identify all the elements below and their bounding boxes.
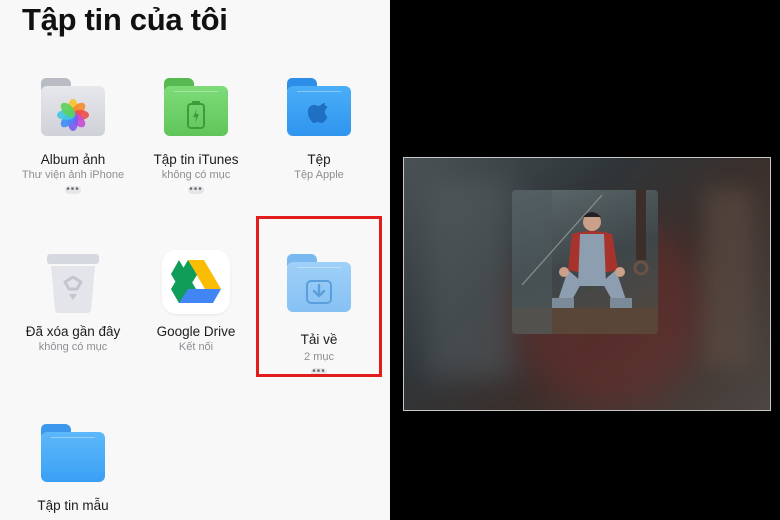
trash-icon: [47, 254, 99, 313]
folder-icon: [41, 424, 105, 482]
location-subtitle: Tệp Apple: [294, 169, 344, 181]
location-subtitle: Kết nối: [178, 341, 214, 353]
location-subtitle: Thư viện ảnh iPhone: [21, 169, 125, 181]
highlight-box: [256, 216, 382, 377]
location-recently-deleted[interactable]: Đã xóa gần đây không có mục: [11, 250, 135, 353]
page-title: Tập tin của tôi: [22, 2, 228, 37]
location-itunes-files[interactable]: Tập tin iTunes không có mục •••: [134, 78, 258, 195]
files-panel: Tập tin của tôi Album ảnh Thư viện ảnh i…: [0, 0, 390, 520]
location-google-drive[interactable]: Google Drive Kết nối: [134, 250, 258, 353]
location-sample-files[interactable]: Tập tin mẫu: [11, 424, 135, 513]
location-name: Tệp: [307, 152, 331, 167]
location-apple-files[interactable]: Tệp Tệp Apple: [257, 78, 381, 181]
itunes-icon: [187, 101, 205, 129]
person-figure: [512, 190, 658, 334]
video-preview[interactable]: [403, 157, 771, 411]
location-subtitle: không có mục: [38, 341, 108, 353]
location-name: Album ảnh: [40, 152, 106, 167]
location-name: Đã xóa gần đây: [25, 324, 121, 339]
apple-icon: [307, 103, 328, 123]
video-thumbnail: [512, 190, 658, 334]
location-name: Google Drive: [156, 324, 236, 339]
location-subtitle: không có mục: [161, 169, 231, 181]
location-name: Tập tin iTunes: [153, 152, 239, 167]
more-options-button[interactable]: •••: [65, 185, 81, 195]
google-drive-icon: [162, 250, 230, 314]
photos-icon: [57, 99, 89, 131]
location-name: Tập tin mẫu: [37, 498, 109, 513]
location-album-photos[interactable]: Album ảnh Thư viện ảnh iPhone •••: [11, 78, 135, 195]
more-options-button[interactable]: •••: [188, 185, 204, 195]
